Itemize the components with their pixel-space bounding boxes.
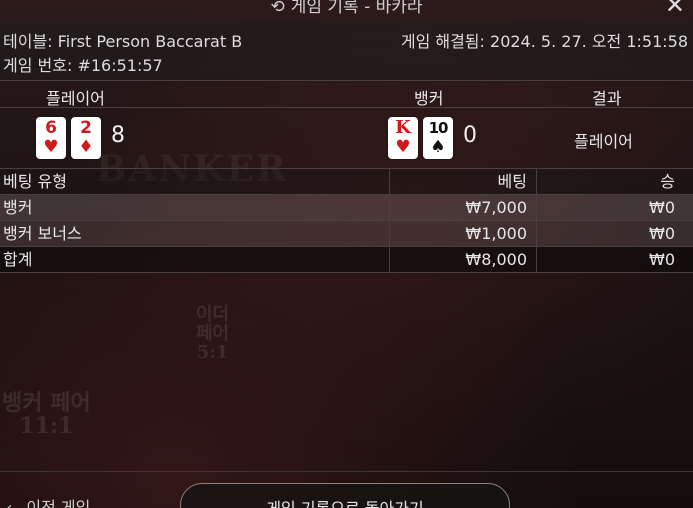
hand-result-row: 6 ♥ 2 ♦ 8 K ♥ 10 ♠ 0 플레이어 [0, 108, 693, 168]
title-bar: ⟲ 게임 기록 - 바카라 ✕ [0, 0, 693, 18]
bet-amount: ₩7,000 [389, 195, 536, 220]
card-rank: 2 [80, 118, 92, 138]
hand-result: 플레이어 [574, 132, 633, 151]
total-row: 합계 ₩8,000 ₩0 [0, 247, 693, 273]
either-pair-felt-label: 이더 페어 5:1 [196, 305, 230, 363]
bet-type: 뱅커 [3, 198, 33, 217]
previous-game-button[interactable]: ‹ 이전 게임 [6, 494, 90, 508]
game-number: 게임 번호: #16:51:57 [3, 52, 163, 76]
game-number-label: 게임 번호: [3, 56, 73, 75]
hand-columns-header: 플레이어 뱅커 결과 [0, 80, 693, 108]
table-name-label: 테이블: [3, 32, 53, 51]
bet-amount-header: 베팅 [389, 169, 536, 194]
table-row: 뱅커 ₩7,000 ₩0 [0, 195, 693, 221]
bet-type-header: 베팅 유형 [3, 172, 67, 191]
bet-type: 뱅커 보너스 [3, 224, 82, 243]
back-to-history-label[interactable]: 게임 기록으로 돌아가기 [266, 499, 423, 508]
win-amount: ₩0 [536, 221, 693, 246]
felt-line: 페어 [196, 322, 230, 344]
felt-line: 뱅커 페어 [2, 390, 91, 416]
total-win-amount: ₩0 [536, 247, 693, 272]
diamond-suit-icon: ♦ [78, 137, 94, 157]
game-info-header: 테이블: First Person Baccarat B 게임 번호: #16:… [0, 22, 693, 80]
player-card-2: 2 ♦ [71, 117, 101, 159]
game-number-value: #16:51:57 [77, 56, 163, 75]
total-label: 합계 [3, 250, 33, 269]
banker-card-2: 10 ♠ [423, 117, 453, 159]
resolved-label: 게임 해결됨: [400, 32, 485, 51]
win-amount: ₩0 [536, 195, 693, 220]
resolved-value: 2024. 5. 27. 오전 1:51:58 [490, 32, 688, 51]
history-clock-icon: ⟲ [270, 0, 285, 17]
heart-suit-icon: ♥ [43, 137, 59, 157]
banker-score: 0 [463, 123, 477, 148]
bets-table-header: 베팅 유형 베팅 승 [0, 169, 693, 195]
felt-line: 11:1 [19, 413, 74, 440]
player-score: 8 [111, 123, 125, 148]
dialog-title-text: 게임 기록 - 바카라 [290, 0, 423, 17]
banker-pair-felt-label: 뱅커 페어 11:1 [2, 390, 91, 440]
table-name-value: First Person Baccarat B [57, 32, 243, 51]
spade-suit-icon: ♠ [430, 137, 446, 157]
total-bet-amount: ₩8,000 [389, 247, 536, 272]
previous-game-label[interactable]: 이전 게임 [26, 498, 90, 508]
win-amount-header: 승 [536, 169, 693, 194]
close-button[interactable]: ✕ [665, 0, 685, 18]
banker-column-header: 뱅커 [414, 89, 444, 108]
dialog-title: ⟲ 게임 기록 - 바카라 [0, 0, 693, 17]
game-resolved-time: 게임 해결됨: 2024. 5. 27. 오전 1:51:58 [401, 28, 688, 52]
card-rank: 10 [428, 119, 449, 137]
banker-card-1: K ♥ [388, 117, 418, 159]
bet-amount: ₩1,000 [389, 221, 536, 246]
result-column-header: 결과 [592, 89, 622, 108]
felt-line: 5:1 [196, 341, 229, 363]
bets-table: 베팅 유형 베팅 승 뱅커 ₩7,000 ₩0 뱅커 보너스 ₩1,000 ₩0… [0, 168, 693, 273]
table-name: 테이블: First Person Baccarat B [3, 28, 242, 52]
player-card-1: 6 ♥ [36, 117, 66, 159]
heart-suit-icon: ♥ [395, 137, 411, 157]
footer-divider [0, 471, 693, 472]
chevron-left-icon[interactable]: ‹ [6, 498, 12, 508]
card-rank: 6 [45, 118, 57, 138]
back-to-history-button[interactable]: 게임 기록으로 돌아가기 [180, 483, 510, 508]
card-rank: K [395, 117, 411, 138]
close-icon[interactable]: ✕ [665, 0, 685, 18]
table-row: 뱅커 보너스 ₩1,000 ₩0 [0, 221, 693, 247]
player-column-header: 플레이어 [46, 89, 105, 108]
